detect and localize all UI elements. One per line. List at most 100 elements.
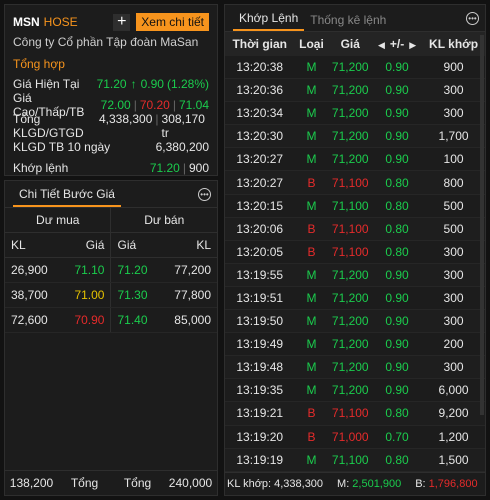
match-volume: 100 — [422, 147, 485, 172]
match-volume: 1,200 — [422, 425, 485, 449]
matched-row: 13:20:05 B 71,100 0.80 300 — [225, 240, 485, 264]
matched-price: 71.20 — [149, 160, 180, 175]
match-price: 71,100 — [328, 217, 373, 241]
matched-footer: KL khớp: 4,338,300 M: 2,501,900 B: 1,796… — [225, 472, 485, 495]
match-time: 13:19:20 — [225, 425, 295, 449]
view-detail-button[interactable]: Xem chi tiết — [136, 13, 209, 31]
kl-label: KL khớp: — [227, 478, 272, 490]
buy-vol: 38,700 — [5, 282, 62, 308]
match-time: 13:20:27 — [225, 170, 295, 195]
match-volume: 300 — [422, 101, 485, 126]
col-buy-vol: KL — [5, 232, 62, 258]
exchange-label: HOSE — [43, 15, 78, 29]
scrollbar[interactable] — [480, 35, 484, 415]
matched-orders-table: Thời gian Loại Giá ◀ +/- ▶ KL khớp 13:20:3… — [225, 32, 485, 495]
tab-price-depth[interactable]: Chi Tiết Bước Giá — [13, 187, 121, 207]
match-time: 13:19:35 — [225, 378, 295, 403]
kl-value: 4,338,300 — [274, 478, 324, 490]
chevron-left-icon[interactable]: ◀ — [378, 40, 385, 50]
match-type: M — [294, 101, 329, 126]
add-watchlist-button[interactable]: + — [113, 13, 131, 31]
matched-row: 13:19:49 M 71,200 0.90 200 — [225, 332, 485, 357]
matched-row: 13:20:34 M 71,200 0.90 300 — [225, 101, 485, 126]
match-time: 13:19:51 — [225, 286, 295, 311]
match-type: B — [294, 401, 329, 426]
sell-price[interactable]: 71.40 — [110, 307, 161, 333]
change-pct: (1.28%) — [166, 76, 209, 91]
match-type: M — [294, 309, 329, 334]
tab-order-stats[interactable]: Thống kê lệnh — [304, 13, 392, 31]
match-change: 0.90 — [372, 263, 423, 287]
match-change: 0.80 — [372, 170, 423, 195]
match-price: 71,200 — [328, 355, 373, 380]
buy-vol: 26,900 — [5, 257, 62, 283]
chevron-right-icon[interactable]: ▶ — [409, 40, 416, 50]
match-type: B — [294, 425, 329, 449]
col-price: Giá — [328, 32, 373, 56]
match-volume: 1,500 — [422, 448, 485, 472]
match-time: 13:20:36 — [225, 78, 295, 103]
matched-row: 13:20:15 M 71,100 0.80 500 — [225, 194, 485, 218]
match-change: 0.90 — [372, 101, 423, 126]
match-change: 0.70 — [372, 425, 423, 449]
match-volume: 300 — [422, 286, 485, 311]
depth-row: 72,600 70.90 71.40 85,000 — [5, 307, 217, 333]
total-buy-label: Tổng — [70, 476, 99, 490]
match-price: 71,100 — [328, 240, 373, 264]
match-time: 13:20:27 — [225, 147, 295, 172]
buy-price[interactable]: 70.90 — [61, 307, 112, 333]
b-label: B: — [415, 478, 426, 490]
buy-price[interactable]: 71.10 — [61, 257, 112, 283]
buy-price[interactable]: 71.00 — [61, 282, 112, 308]
total-buy: 138,200 — [9, 476, 54, 490]
match-price: 71,200 — [328, 147, 373, 172]
match-type: M — [294, 147, 329, 172]
match-time: 13:19:55 — [225, 263, 295, 287]
match-change: 0.80 — [372, 240, 423, 264]
more-options-icon[interactable]: ••• — [198, 188, 211, 201]
col-sell-vol: KL — [160, 232, 217, 258]
match-volume: 6,000 — [422, 378, 485, 403]
matched-row: 13:19:35 M 71,200 0.90 6,000 — [225, 378, 485, 403]
match-volume: 300 — [422, 78, 485, 103]
match-type: M — [294, 194, 329, 218]
match-type: B — [294, 170, 329, 195]
low-value: 70.20 — [139, 97, 170, 112]
volume-value-row: Tổng KLGD/GTGD 4,338,300 | 308,170 tr — [5, 112, 217, 140]
match-type: M — [294, 286, 329, 311]
match-type: B — [294, 240, 329, 264]
sell-price[interactable]: 71.20 — [110, 257, 161, 283]
match-type: M — [294, 332, 329, 357]
matched-row: 13:19:48 M 71,200 0.90 300 — [225, 355, 485, 380]
match-volume: 500 — [422, 194, 485, 218]
tab-matched-orders[interactable]: Khớp Lệnh — [233, 11, 305, 31]
match-time: 13:19:49 — [225, 332, 295, 357]
match-price: 71,100 — [328, 448, 373, 472]
matched-label: Khớp lệnh — [13, 160, 69, 175]
match-price: 71,100 — [328, 194, 373, 218]
match-time: 13:19:21 — [225, 401, 295, 426]
match-time: 13:19:48 — [225, 355, 295, 380]
match-price: 71,200 — [328, 78, 373, 103]
match-change: 0.90 — [372, 355, 423, 380]
match-change: 0.90 — [372, 286, 423, 311]
avg10-label: KLGD TB 10 ngày — [13, 139, 111, 154]
match-price: 71,200 — [328, 309, 373, 334]
volume-value-label: Tổng KLGD/GTGD — [13, 111, 84, 140]
buy-header: Dư mua — [5, 208, 112, 233]
sell-vol: 77,200 — [160, 257, 217, 283]
match-change: 0.80 — [372, 194, 423, 218]
col-change[interactable]: ◀ +/- ▶ — [372, 32, 423, 56]
match-change: 0.80 — [372, 448, 423, 472]
match-time: 13:20:05 — [225, 240, 295, 264]
col-type: Loại — [294, 32, 329, 56]
sell-price[interactable]: 71.30 — [110, 282, 161, 308]
col-buy-price: Giá — [61, 232, 112, 258]
match-price: 71,200 — [328, 332, 373, 357]
more-options-icon[interactable]: ••• — [466, 12, 479, 25]
sell-vol: 77,800 — [160, 282, 217, 308]
match-volume: 800 — [422, 170, 485, 195]
match-price: 71,200 — [328, 56, 373, 80]
match-change: 0.90 — [372, 78, 423, 103]
high-value: 72.00 — [100, 97, 131, 112]
